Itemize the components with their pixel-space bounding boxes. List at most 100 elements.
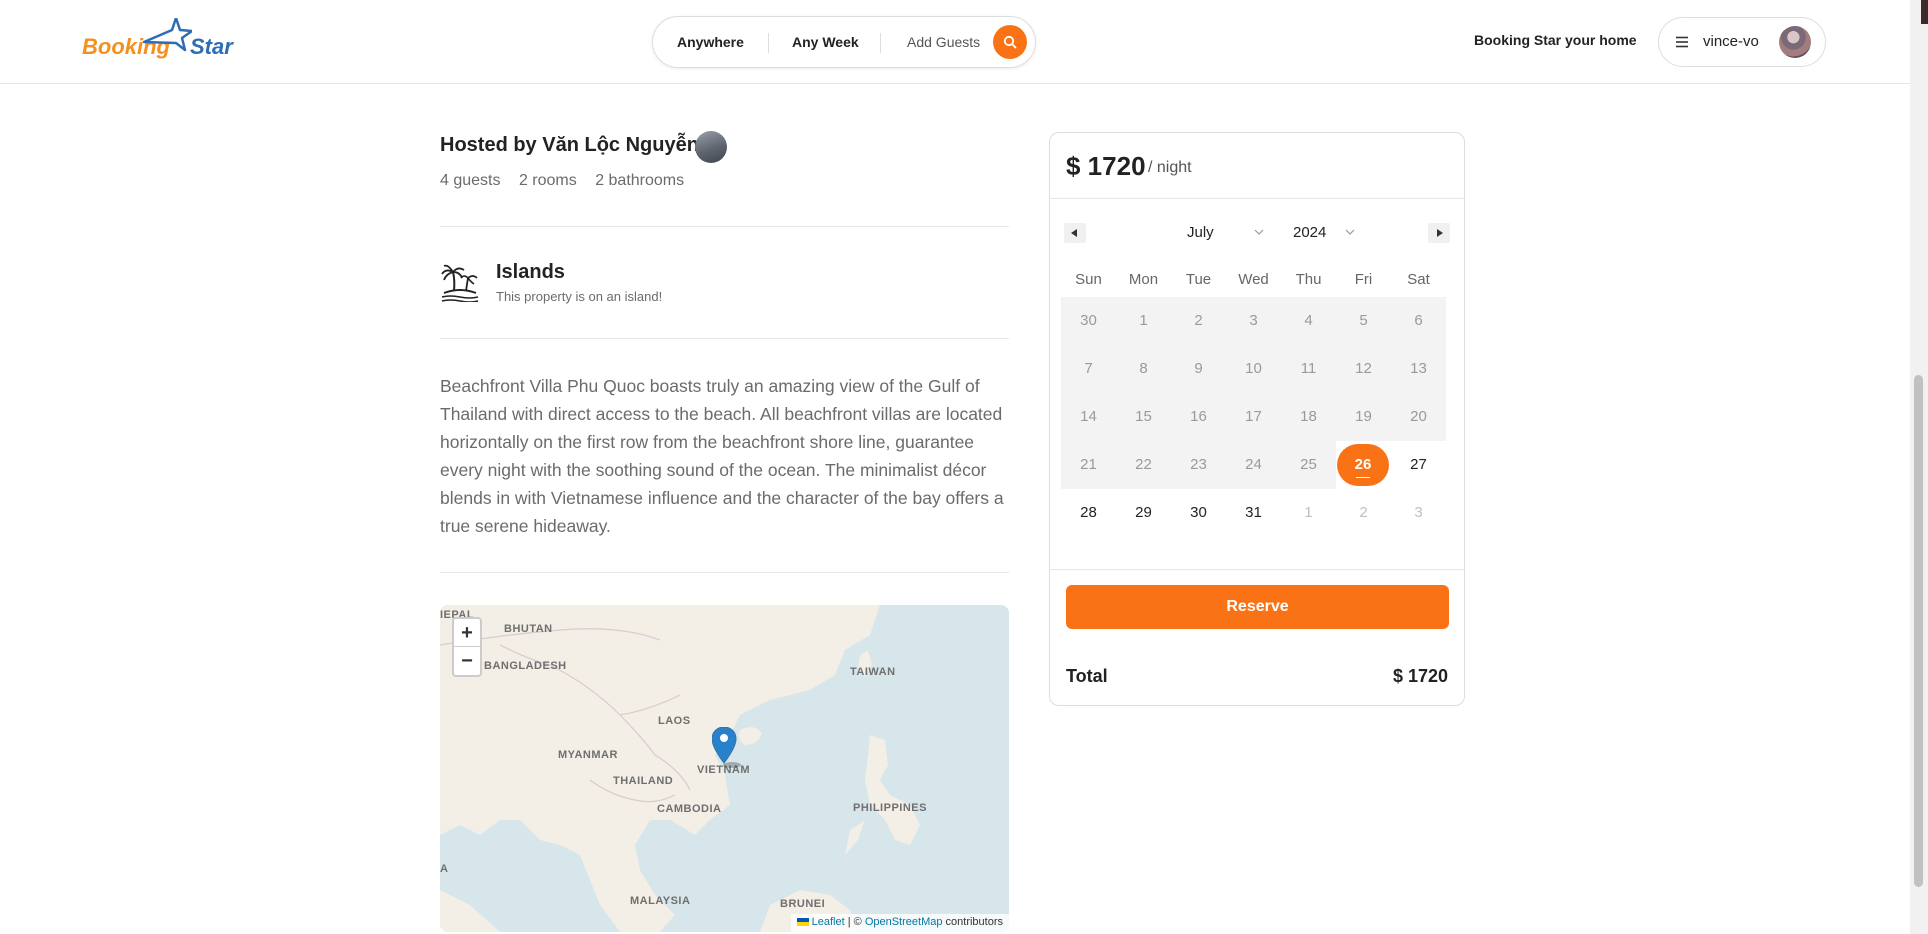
attribution-separator: | © xyxy=(844,916,865,928)
logo-star-icon xyxy=(142,18,192,52)
calendar-day[interactable]: 28 xyxy=(1061,489,1116,537)
weekday-sat: Sat xyxy=(1407,271,1430,288)
weekday-wed: Wed xyxy=(1238,271,1269,288)
map-zoom-control: + − xyxy=(452,617,482,677)
hamburger-icon xyxy=(1676,36,1688,48)
scrollbar-thumb[interactable] xyxy=(1914,375,1923,887)
total-label: Total xyxy=(1066,666,1108,686)
calendar-day: 6 xyxy=(1391,297,1446,345)
calendar-day[interactable]: 30 xyxy=(1171,489,1226,537)
map-label-brunei: BRUNEI xyxy=(780,898,826,910)
calendar-day: 21 xyxy=(1061,441,1116,489)
calendar-day[interactable]: 26 xyxy=(1336,441,1391,489)
listing-description: Beachfront Villa Phu Quoc boasts truly a… xyxy=(440,376,1004,536)
calendar-day: 23 xyxy=(1171,441,1226,489)
calendar-day: 16 xyxy=(1171,393,1226,441)
divider xyxy=(440,338,1009,339)
total-value: $ 1720 xyxy=(1392,666,1448,686)
selected-day-highlight: 26 xyxy=(1337,444,1389,486)
next-month-button[interactable] xyxy=(1428,223,1450,243)
triangle-right-icon xyxy=(1437,229,1443,237)
top-navbar: Booking Star Anywhere Any Week Add Guest… xyxy=(0,0,1910,84)
calendar-day: 9 xyxy=(1171,345,1226,393)
search-divider xyxy=(768,33,769,53)
category-title: Islands xyxy=(496,261,565,283)
calendar-day: 2 xyxy=(1336,489,1391,537)
chevron-down-icon xyxy=(1345,229,1355,235)
weekday-tue: Tue xyxy=(1185,271,1212,288)
map-attribution: Leaflet | © OpenStreetMap contributors xyxy=(790,914,1009,932)
leaflet-link[interactable]: Leaflet xyxy=(812,916,845,928)
divider xyxy=(1050,569,1464,570)
calendar-day: 19 xyxy=(1336,393,1391,441)
zoom-in-button[interactable]: + xyxy=(454,619,480,647)
map-pin-icon[interactable] xyxy=(712,727,746,771)
triangle-left-icon xyxy=(1071,229,1077,237)
map-label-thailand: THAILAND xyxy=(613,775,674,787)
user-avatar xyxy=(1779,26,1811,58)
map-label-laos: LAOS xyxy=(658,715,691,727)
calendar-day: 18 xyxy=(1281,393,1336,441)
price-per-night: $ 1720 xyxy=(1066,151,1146,181)
calendar-day[interactable]: 27 xyxy=(1391,441,1446,489)
map-label-philippines: PHILIPPINES xyxy=(853,802,927,814)
calendar-day: 10 xyxy=(1226,345,1281,393)
user-menu-button[interactable]: vince-vo xyxy=(1658,17,1826,67)
map-label-partial: A xyxy=(440,863,449,875)
map-label-taiwan: TAIWAN xyxy=(850,666,896,678)
calendar-day[interactable]: 31 xyxy=(1226,489,1281,537)
search-button[interactable] xyxy=(993,25,1027,59)
calendar-day: 1 xyxy=(1281,489,1336,537)
map-label-cambodia: CAMBODIA xyxy=(657,803,722,815)
ukraine-flag-icon xyxy=(796,918,809,927)
weekday-thu: Thu xyxy=(1295,271,1322,288)
calendar-day: 8 xyxy=(1116,345,1171,393)
divider xyxy=(1050,198,1464,199)
rooms-count: 2 rooms xyxy=(518,172,577,189)
map-label-myanmar: MYANMAR xyxy=(558,749,618,761)
calendar-day: 1 xyxy=(1116,297,1171,345)
calendar-day: 30 xyxy=(1061,297,1116,345)
map-label-bangladesh: BANGLADESH xyxy=(484,660,567,672)
username: vince-vo xyxy=(1703,33,1759,50)
category-description: This property is on an island! xyxy=(496,289,663,304)
calendar-day: 17 xyxy=(1226,393,1281,441)
calendar-day: 14 xyxy=(1061,393,1116,441)
calendar-day: 24 xyxy=(1226,441,1281,489)
location-map[interactable]: BHUTAN BANGLADESH TAIWAN LAOS MYANMAR VI… xyxy=(440,605,1009,932)
page-scrollbar[interactable] xyxy=(1910,0,1928,934)
month-select[interactable]: July xyxy=(1187,224,1214,241)
search-bar[interactable]: Anywhere Any Week Add Guests xyxy=(652,16,1036,68)
calendar-day: 5 xyxy=(1336,297,1391,345)
calendar-day: 4 xyxy=(1281,297,1336,345)
divider xyxy=(440,226,1009,227)
year-select[interactable]: 2024 xyxy=(1293,224,1326,241)
calendar-day: 11 xyxy=(1281,345,1336,393)
per-night-label: / night xyxy=(1148,159,1192,176)
zoom-out-button[interactable]: − xyxy=(454,647,480,675)
calendar-day: 22 xyxy=(1116,441,1171,489)
attribution-contributors: contributors xyxy=(942,916,1003,928)
guests-count: 4 guests xyxy=(440,172,501,189)
window-corner xyxy=(1921,0,1928,24)
booking-star-logo[interactable]: Booking Star xyxy=(82,18,233,66)
reserve-button[interactable]: Reserve xyxy=(1066,585,1449,629)
calendar-day: 12 xyxy=(1336,345,1391,393)
search-any-week[interactable]: Any Week xyxy=(792,17,859,67)
calendar-day[interactable]: 29 xyxy=(1116,489,1171,537)
logo-text-star: Star xyxy=(190,34,233,59)
today-underline xyxy=(1356,477,1370,478)
map-label-malaysia: MALAYSIA xyxy=(630,895,691,907)
weekday-fri: Fri xyxy=(1354,271,1373,288)
search-add-guests[interactable]: Add Guests xyxy=(907,17,980,67)
calendar-day: 2 xyxy=(1171,297,1226,345)
calendar-day: 25 xyxy=(1281,441,1336,489)
osm-link[interactable]: OpenStreetMap xyxy=(865,916,943,928)
search-anywhere[interactable]: Anywhere xyxy=(677,17,744,67)
host-avatar xyxy=(695,131,727,163)
calendar-day: 13 xyxy=(1391,345,1446,393)
calendar-day: 15 xyxy=(1116,393,1171,441)
bathrooms-count: 2 bathrooms xyxy=(595,172,685,189)
prev-month-button[interactable] xyxy=(1064,223,1086,243)
host-your-home-link[interactable]: Booking Star your home xyxy=(1474,32,1637,48)
